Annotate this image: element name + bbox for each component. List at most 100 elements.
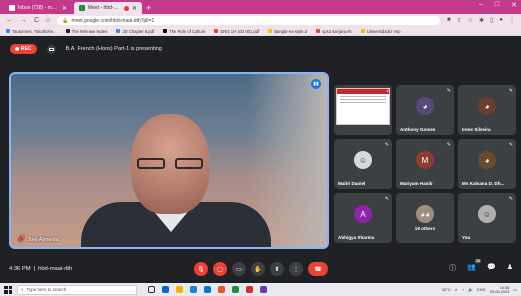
- bookmark-item[interactable]: ENG 1H 102 001.pdf: [214, 29, 259, 34]
- search-placeholder: Type here to search: [26, 287, 67, 292]
- share-icon[interactable]: ⇪: [457, 17, 462, 24]
- participant-count-tag: 2: [386, 88, 389, 94]
- close-window-button[interactable]: ✕: [511, 1, 517, 9]
- activities-button[interactable]: ♟: [507, 263, 513, 273]
- tab-label: Inbox (728) - mouyk@suggara: [18, 5, 59, 11]
- app-icon[interactable]: [260, 286, 267, 293]
- file-explorer-icon[interactable]: [176, 286, 183, 293]
- edge-icon[interactable]: [162, 286, 169, 293]
- participant-tile[interactable]: ◕ ✎ Anthony Gomes: [396, 85, 454, 135]
- bookmark-item[interactable]: Bangla-ea-style.d: [268, 29, 307, 34]
- tab-meet[interactable]: Meet - hbd-maai-dth ✕: [74, 2, 142, 14]
- extensions-icon[interactable]: ✱: [479, 17, 484, 24]
- mic-muted-icon: ✎: [384, 196, 389, 202]
- participant-tile[interactable]: ◕ ✎ Irene Silveira: [458, 85, 516, 135]
- star-icon[interactable]: ☆: [468, 17, 473, 24]
- participant-tile-shared-screen[interactable]: 2: [334, 85, 392, 135]
- participant-tile-self[interactable]: ☺ ✎ You: [458, 193, 516, 243]
- chat-button[interactable]: 💬: [487, 263, 496, 273]
- toolbar-actions: ■ ⇪ ☆ ✱ ▯ ● ⋮: [447, 17, 515, 24]
- bookmark-label: Universidadcr Imp: [366, 28, 401, 34]
- bookmark-item[interactable]: Universidadcr Imp: [360, 28, 401, 34]
- bookmark-item[interactable]: Tautomers, Tokothohe...: [6, 29, 57, 34]
- browser-toolbar: ← → C ⌂ 🔒 meet.google.com/hbd-maai-dth?p…: [0, 14, 521, 27]
- main-speaker-tile[interactable]: ▮▮ 📌 Joel Almeida: [9, 72, 329, 249]
- rec-label: REC: [21, 46, 32, 52]
- camera-indicator-icon[interactable]: ■: [447, 17, 451, 24]
- close-icon[interactable]: ✕: [132, 5, 137, 12]
- mic-off-button[interactable]: 🎙: [194, 262, 208, 276]
- bookmark-item[interactable]: JD Chapter 6.pdf: [116, 29, 154, 34]
- taskbar-search[interactable]: ⌕ Type here to search: [17, 284, 137, 295]
- bookmark-icon: [315, 29, 320, 33]
- participant-tile[interactable]: A ✎ Abhigya Sharma: [334, 193, 392, 243]
- window-controls: – □ ✕: [479, 1, 517, 9]
- screen: Inbox (728) - mouyk@suggara ✕ Meet - hbd…: [0, 0, 521, 296]
- speaker-name: Joel Almeida: [27, 236, 59, 243]
- tab-label: Meet - hbd-maai-dth: [88, 5, 121, 11]
- meeting-info: 4:36 PM | hbd-maai-dth: [9, 266, 72, 272]
- people-button[interactable]: 👥 28: [467, 259, 481, 273]
- lang-indicator[interactable]: ENG: [477, 287, 486, 292]
- meeting-time: 4:36 PM: [9, 266, 31, 272]
- leave-call-button[interactable]: ☎: [308, 262, 328, 276]
- mic-muted-icon: ✎: [446, 142, 451, 148]
- participant-name: Mariyam Hasib: [400, 181, 433, 186]
- pin-icon[interactable]: 📌: [17, 236, 24, 243]
- mail-icon[interactable]: [204, 286, 211, 293]
- participant-tile[interactable]: M ✎ Mariyam Hasib: [396, 139, 454, 189]
- maximize-button[interactable]: □: [495, 1, 499, 9]
- participant-tile[interactable]: ☺ ✎ Maitri Daniel: [334, 139, 392, 189]
- volume-icon[interactable]: 🔊: [468, 287, 473, 292]
- raise-hand-button[interactable]: ✋: [251, 262, 265, 276]
- minimize-button[interactable]: –: [479, 1, 483, 9]
- bookmark-icon: [360, 29, 365, 33]
- close-icon[interactable]: ✕: [62, 5, 67, 12]
- reload-button[interactable]: C: [34, 17, 39, 24]
- app-icon[interactable]: [246, 286, 253, 293]
- new-tab-button[interactable]: +: [146, 2, 151, 14]
- profile-icon[interactable]: ●: [499, 17, 503, 24]
- address-bar[interactable]: 🔒 meet.google.com/hbd-maai-dth?pli=1: [57, 16, 440, 25]
- back-button[interactable]: ←: [6, 17, 13, 24]
- participant-tile[interactable]: ◕ ✎ Ms Kalsana D. Dh...: [458, 139, 516, 189]
- bookmark-icon: [268, 29, 273, 33]
- camera-off-button[interactable]: ▢: [213, 262, 227, 276]
- present-button[interactable]: ⬆: [270, 262, 284, 276]
- home-button[interactable]: ⌂: [46, 17, 50, 24]
- bookmark-item[interactable]: The Release Notes: [65, 29, 107, 34]
- forward-button[interactable]: →: [20, 17, 27, 24]
- participant-tile-others[interactable]: ◕◕ 19 others: [396, 193, 454, 243]
- tab-inbox[interactable]: Inbox (728) - mouyk@suggara ✕: [4, 2, 72, 14]
- sidebar-icon[interactable]: ▯: [490, 17, 493, 24]
- bookmark-icon: [65, 29, 70, 33]
- notifications-icon[interactable]: ▭: [513, 287, 517, 292]
- store-icon[interactable]: [190, 286, 197, 293]
- tray-chevron-icon[interactable]: ∧: [455, 287, 458, 292]
- people-count-badge: 28: [475, 259, 481, 263]
- clock[interactable]: 16:36 29-05-2023: [490, 286, 509, 294]
- info-button[interactable]: ⓘ: [449, 263, 456, 273]
- group-avatar: ◕◕: [416, 205, 434, 223]
- captions-button[interactable]: ▭: [232, 262, 246, 276]
- avatar: ☺: [478, 205, 496, 223]
- chrome-icon[interactable]: [232, 286, 239, 293]
- mic-muted-icon: ✎: [508, 142, 513, 148]
- task-view-icon[interactable]: [148, 286, 155, 293]
- record-dot-icon: [15, 47, 19, 51]
- bookmark-label: JD Chapter 6.pdf: [122, 28, 155, 34]
- meet-bottom-bar: 4:36 PM | hbd-maai-dth 🎙 ▢ ▭ ✋ ⬆ ⋮ ☎ ⓘ 👥…: [0, 258, 521, 280]
- menu-icon[interactable]: ⋮: [509, 17, 515, 24]
- wifi-icon[interactable]: ◔: [462, 287, 464, 292]
- office-icon[interactable]: [218, 286, 225, 293]
- bookmark-item[interactable]: The Rule of Culture: [163, 29, 205, 34]
- speaker-glasses: [137, 158, 203, 170]
- bookmark-icon: [6, 29, 10, 33]
- system-tray: 32°C ∧ ◔ 🔊 ENG 16:36 29-05-2023 ▭: [442, 286, 517, 294]
- participant-name: Anthony Gomes: [400, 127, 436, 132]
- more-options-button[interactable]: ⋮: [289, 262, 303, 276]
- bookmark-item[interactable]: ops3 sal-janu-th: [315, 29, 352, 34]
- clock-date: 29-05-2023: [489, 289, 510, 294]
- meet-icon: [79, 5, 85, 11]
- start-button[interactable]: [4, 285, 12, 294]
